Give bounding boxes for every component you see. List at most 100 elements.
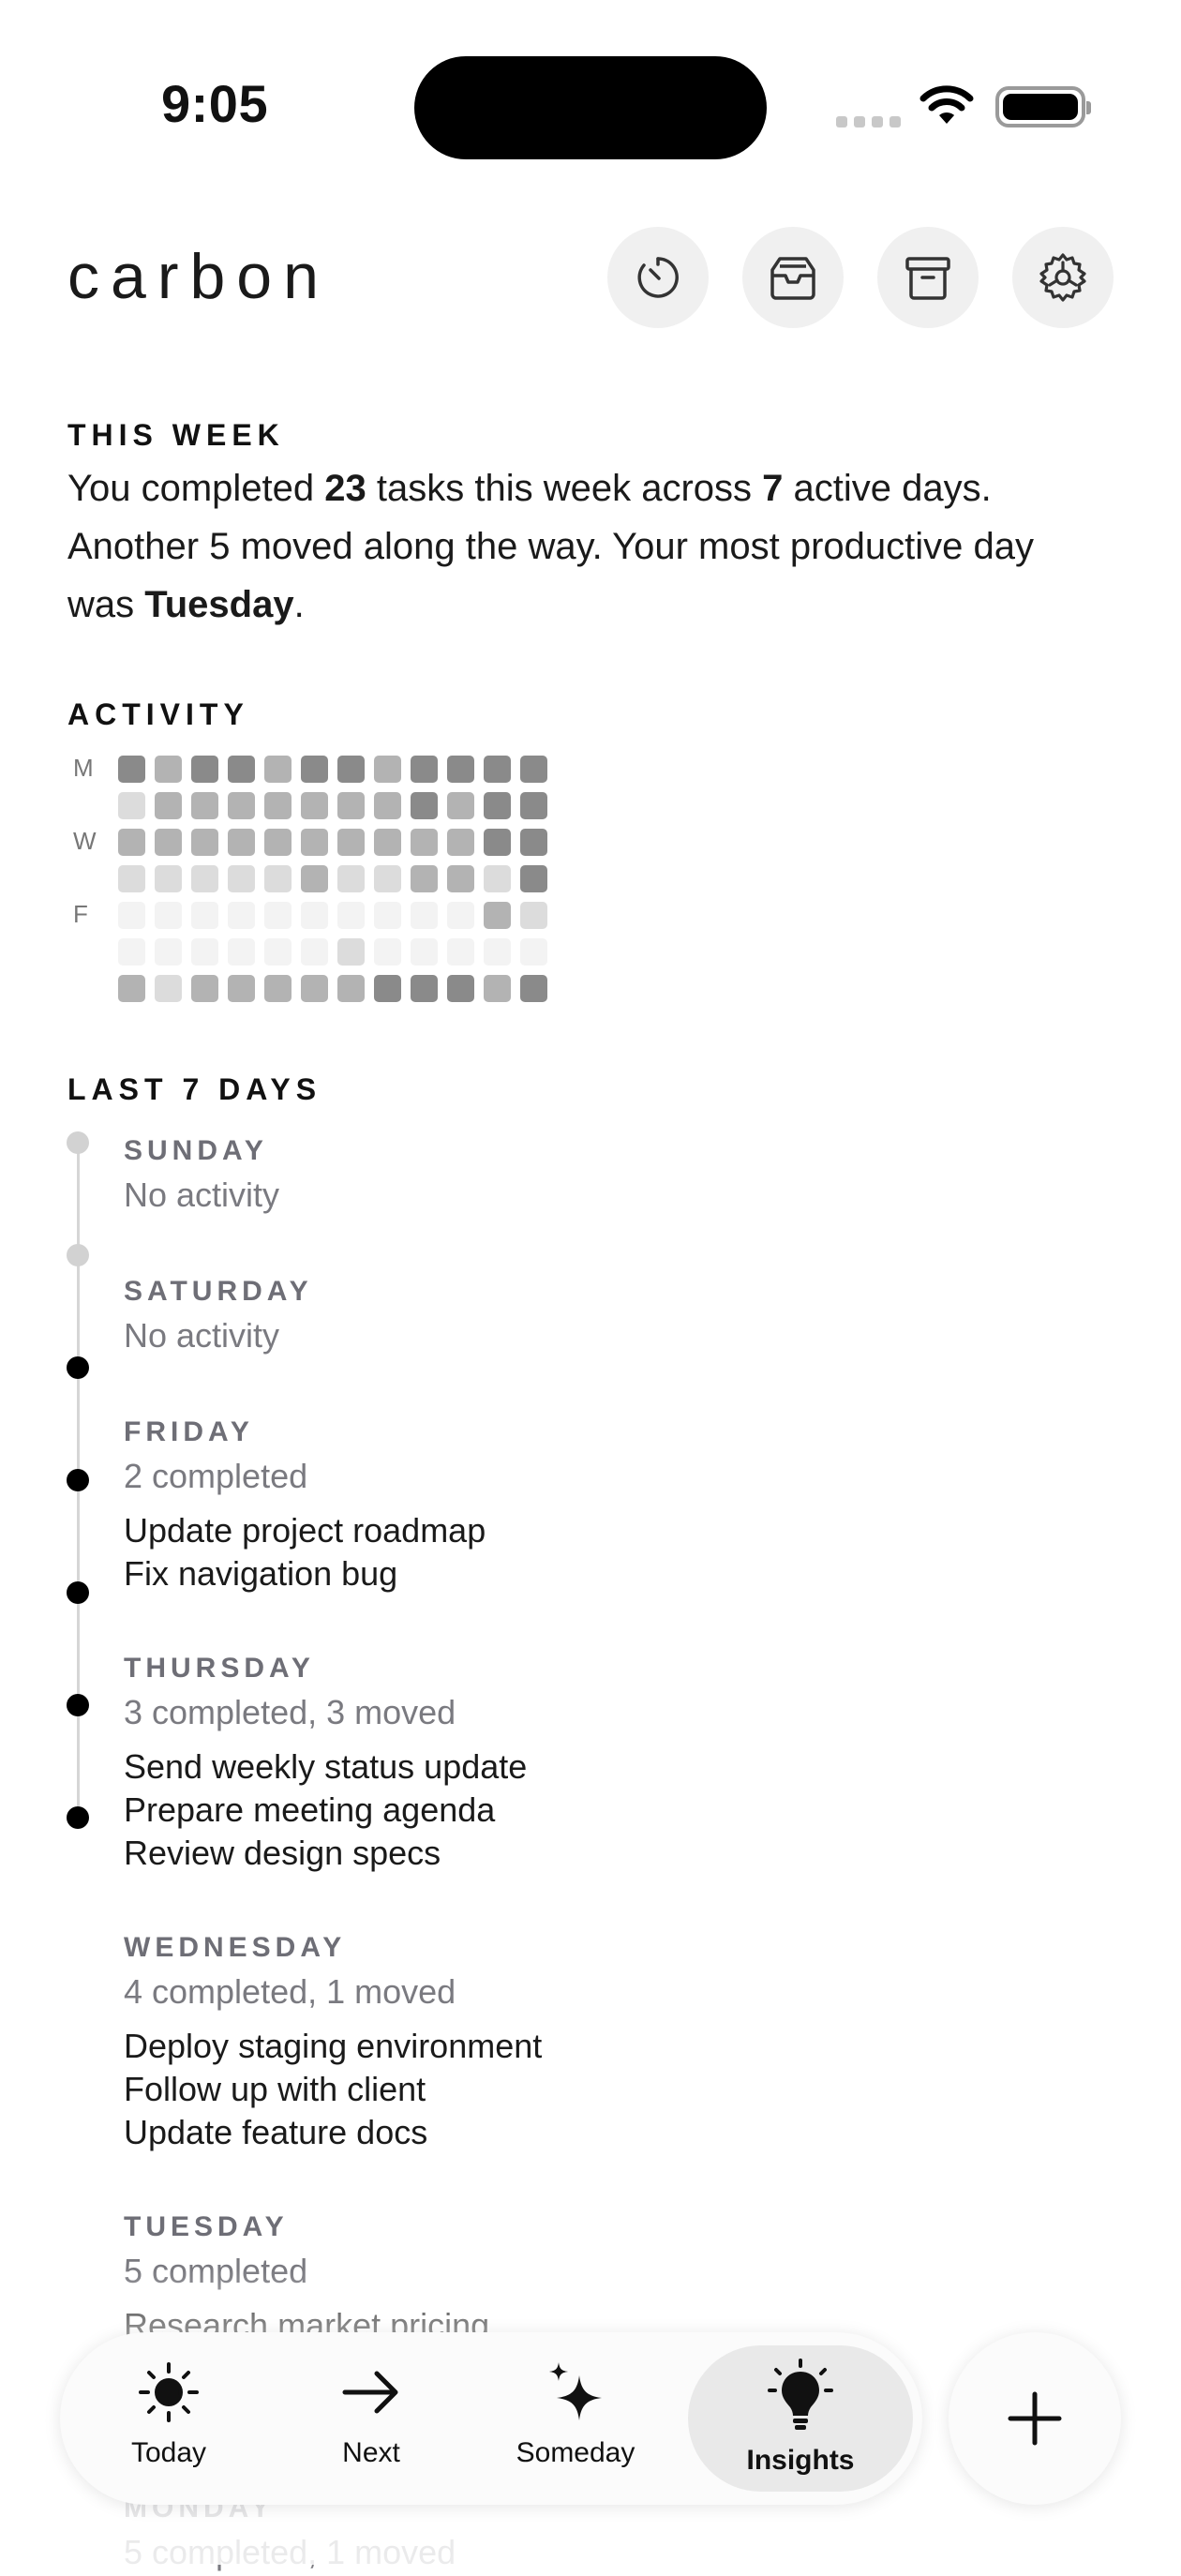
day-stats: 4 completed, 1 moved xyxy=(124,1972,456,2011)
heatmap-cell xyxy=(118,865,145,892)
timeline-dot xyxy=(67,1694,89,1716)
tasks-count: 23 xyxy=(324,468,366,509)
day-stats: No activity xyxy=(124,1176,280,1214)
heatmap-cell xyxy=(155,756,182,783)
heatmap-cell xyxy=(155,829,182,856)
heatmap-cell xyxy=(447,792,474,819)
timeline-dot xyxy=(67,1806,89,1829)
day-stats: 2 completed xyxy=(124,1457,308,1495)
timeline-dot xyxy=(67,1356,89,1379)
heatmap-cell xyxy=(484,756,511,783)
heatmap-cell xyxy=(155,938,182,966)
heatmap-cell xyxy=(191,792,218,819)
tab-insights[interactable]: Insights xyxy=(688,2345,913,2492)
gear-icon xyxy=(1039,253,1086,302)
tab-today[interactable]: Today xyxy=(75,2345,262,2492)
completed-task[interactable]: Update feature docs xyxy=(124,2111,967,2154)
heatmap-cell xyxy=(447,829,474,856)
heatmap-cell xyxy=(447,865,474,892)
heatmap-cell xyxy=(337,829,365,856)
completed-task[interactable]: Follow up with client xyxy=(124,2068,967,2111)
heatmap-cell xyxy=(264,938,292,966)
heatmap-cell xyxy=(228,829,255,856)
heatmap-cell xyxy=(155,902,182,929)
battery-icon xyxy=(995,86,1091,127)
heatmap-cell xyxy=(301,756,328,783)
heatmap-cell xyxy=(337,975,365,1002)
best-day: Tuesday xyxy=(144,584,294,625)
heatmap-cell xyxy=(484,829,511,856)
heatmap-cell xyxy=(337,902,365,929)
heatmap-row-label-friday: F xyxy=(73,900,88,928)
heatmap-cell xyxy=(520,865,547,892)
heatmap-cell xyxy=(228,756,255,783)
lightbulb-icon xyxy=(768,2359,833,2430)
heatmap-cell xyxy=(118,829,145,856)
heatmap-cell xyxy=(520,975,547,1002)
heatmap-cell xyxy=(447,756,474,783)
heatmap-cell xyxy=(411,792,438,819)
completed-task[interactable]: Deploy staging environment xyxy=(124,2025,967,2068)
heatmap-cell xyxy=(337,792,365,819)
heatmap-cell xyxy=(301,865,328,892)
timeline-dot xyxy=(67,1244,89,1266)
completed-task[interactable]: Review design specs xyxy=(124,1832,967,1875)
heatmap-cell xyxy=(301,792,328,819)
heatmap-cell xyxy=(228,975,255,1002)
day-entry: SATURDAY No activity xyxy=(124,1273,967,1359)
heatmap-cell xyxy=(484,792,511,819)
settings-button[interactable] xyxy=(1012,227,1114,328)
heatmap-cell xyxy=(411,829,438,856)
heatmap-cell xyxy=(447,975,474,1002)
heatmap-cell xyxy=(484,975,511,1002)
heatmap-cell xyxy=(191,829,218,856)
heatmap-cell xyxy=(191,865,218,892)
heatmap-cell xyxy=(520,938,547,966)
day-name: SUNDAY xyxy=(124,1135,268,1166)
heatmap-row-label-wednesday: W xyxy=(73,827,97,855)
day-entry: THURSDAY 3 completed, 3 moved Send weekly … xyxy=(124,1650,967,1875)
heatmap-cell xyxy=(337,865,365,892)
completed-task[interactable]: Fix navigation bug xyxy=(124,1552,967,1595)
tab-someday[interactable]: Someday xyxy=(482,2345,669,2492)
heatmap-cell xyxy=(118,902,145,929)
this-week-title: THIS WEEK xyxy=(67,418,285,452)
arrow-right-icon xyxy=(342,2371,398,2414)
completed-task[interactable]: Send weekly status update xyxy=(124,1745,967,1789)
inbox-button[interactable] xyxy=(742,227,844,328)
heatmap-cell xyxy=(411,975,438,1002)
heatmap-cell xyxy=(191,938,218,966)
heatmap-cell xyxy=(447,938,474,966)
archive-button[interactable] xyxy=(877,227,979,328)
timeline-dot xyxy=(67,1469,89,1491)
heatmap-cell xyxy=(447,902,474,929)
heatmap-cell xyxy=(374,975,401,1002)
active-days-count: 7 xyxy=(762,468,784,509)
heatmap-cell xyxy=(118,975,145,1002)
heatmap-cell xyxy=(264,792,292,819)
tab-next[interactable]: Next xyxy=(277,2345,465,2492)
heatmap-cell xyxy=(228,865,255,892)
last-7-days-title: LAST 7 DAYS xyxy=(67,1072,322,1106)
heatmap-cell xyxy=(411,902,438,929)
day-entry: WEDNESDAY 4 completed, 1 moved Deploy stag… xyxy=(124,1929,967,2154)
heatmap-cell xyxy=(301,938,328,966)
heatmap-cell xyxy=(374,829,401,856)
heatmap-cell xyxy=(411,938,438,966)
timer-button[interactable] xyxy=(607,227,709,328)
completed-task[interactable]: Update project roadmap xyxy=(124,1509,967,1552)
add-task-button[interactable] xyxy=(949,2332,1121,2505)
sun-icon xyxy=(139,2362,199,2422)
heatmap-cell xyxy=(411,756,438,783)
completed-task[interactable]: Prepare meeting agenda xyxy=(124,1789,967,1832)
heatmap-cell xyxy=(374,902,401,929)
timeline-dot xyxy=(67,1581,89,1604)
status-time: 9:05 xyxy=(161,74,269,133)
heatmap-cell xyxy=(191,975,218,1002)
heatmap-cell xyxy=(264,902,292,929)
heatmap-cell xyxy=(337,938,365,966)
heatmap-cell xyxy=(520,792,547,819)
wifi-icon xyxy=(919,85,974,124)
heatmap-cell xyxy=(520,829,547,856)
heatmap-cell xyxy=(155,792,182,819)
